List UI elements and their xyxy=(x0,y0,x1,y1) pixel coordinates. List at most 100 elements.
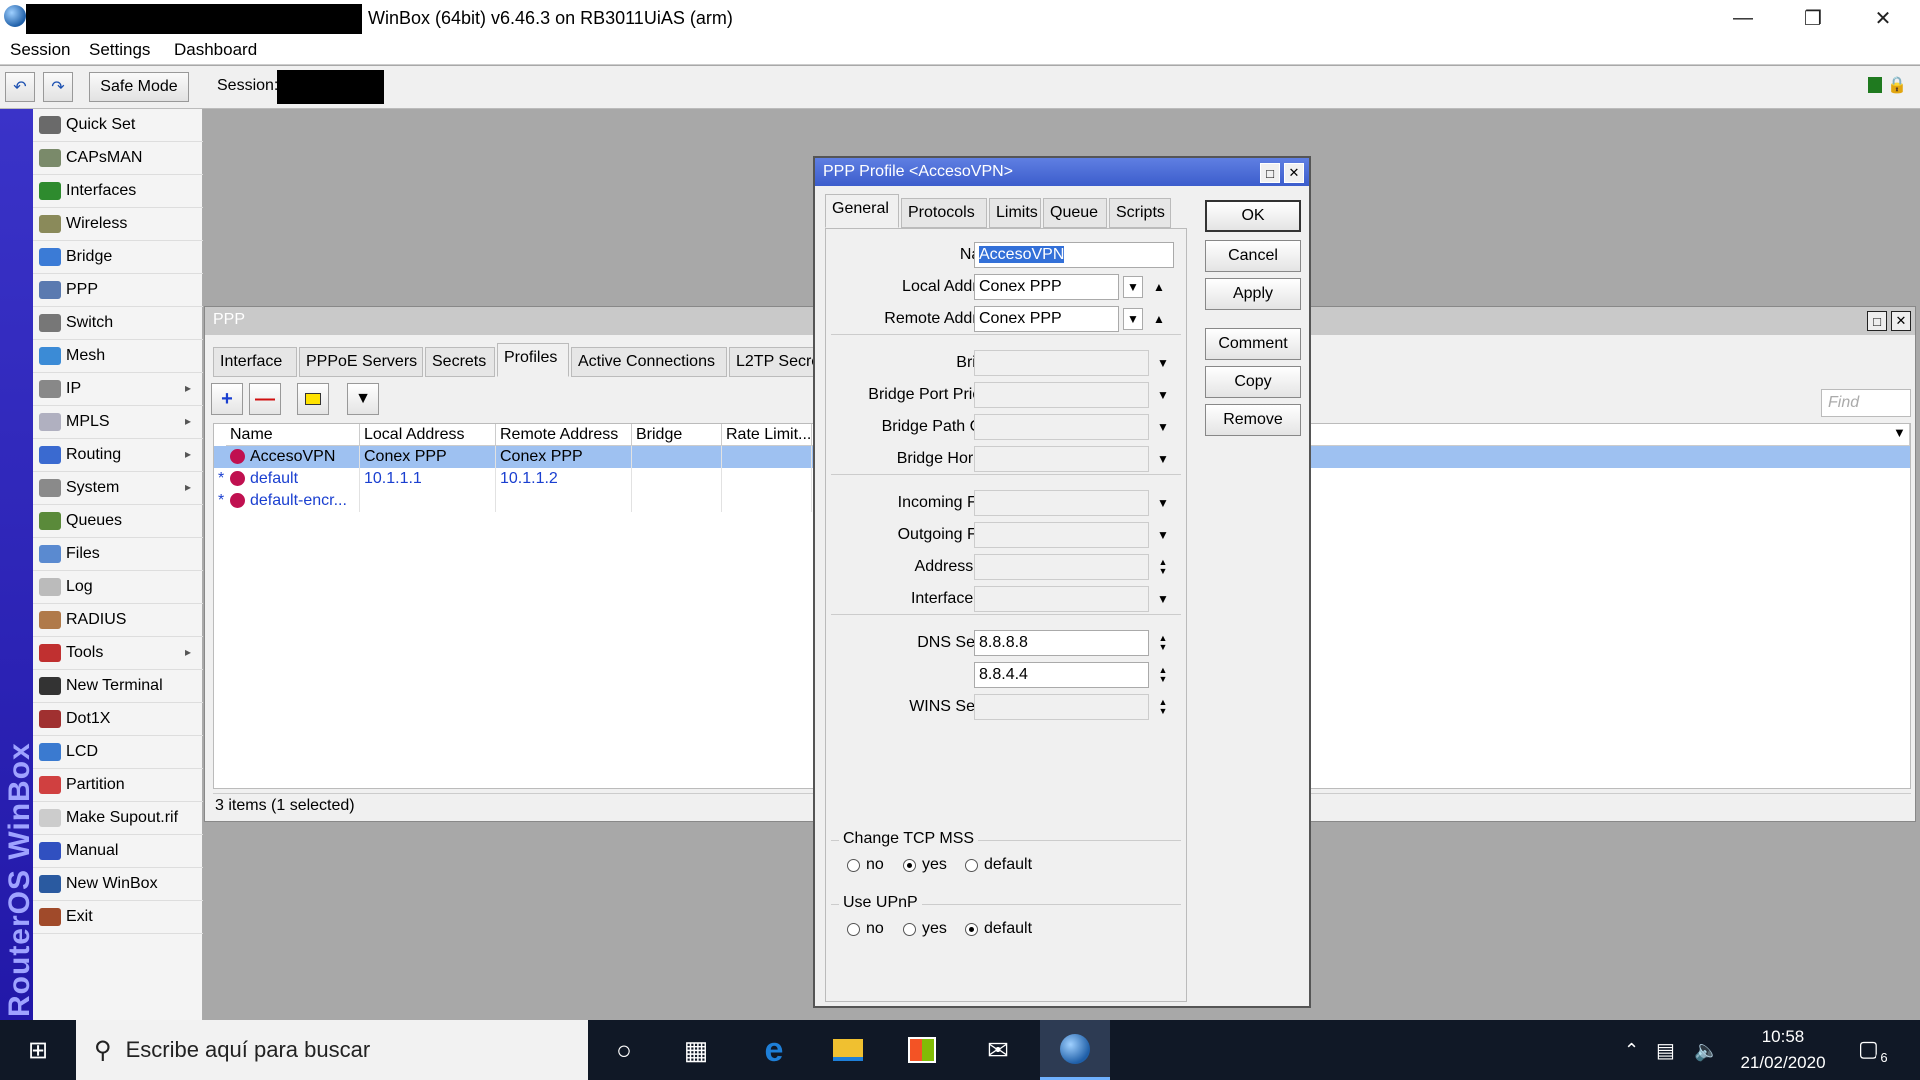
column-menu-icon[interactable]: ▼ xyxy=(1893,425,1906,440)
bridge-path-cost-dropdown-icon[interactable]: ▼ xyxy=(1153,416,1173,438)
sidebar-item-capsman[interactable]: CAPsMAN xyxy=(33,142,203,175)
sidebar-item-ip[interactable]: IP ▸ xyxy=(33,373,203,406)
address-list-field[interactable] xyxy=(974,554,1149,580)
wins-server-field[interactable] xyxy=(974,694,1149,720)
dns-server-1-spinner-icon[interactable]: ▲ ▼ xyxy=(1153,632,1173,654)
copy-button[interactable]: Copy xyxy=(1205,366,1301,398)
bridge-path-cost-field[interactable] xyxy=(974,414,1149,440)
address-list-spinner-icon[interactable]: ▲ ▼ xyxy=(1153,556,1173,578)
dialog-tab-limits[interactable]: Limits xyxy=(989,198,1041,228)
restore-button[interactable]: ❐ xyxy=(1778,0,1848,37)
incoming-filter-field[interactable] xyxy=(974,490,1149,516)
network-icon[interactable]: ▤ xyxy=(1656,1038,1675,1063)
find-input[interactable]: Find xyxy=(1821,389,1911,417)
local-address-field[interactable]: Conex PPP xyxy=(974,274,1119,300)
taskbar-search[interactable]: ⚲ Escribe aquí para buscar xyxy=(76,1020,588,1080)
close-button[interactable]: ✕ xyxy=(1848,0,1918,37)
sidebar-item-tools[interactable]: Tools ▸ xyxy=(33,637,203,670)
ok-button[interactable]: OK xyxy=(1205,200,1301,232)
sidebar-item-mesh[interactable]: Mesh xyxy=(33,340,203,373)
tab-interface[interactable]: Interface xyxy=(213,347,297,377)
dialog-tab-protocols[interactable]: Protocols xyxy=(901,198,987,228)
outgoing-filter-dropdown-icon[interactable]: ▼ xyxy=(1153,524,1173,546)
comment-button[interactable]: Comment xyxy=(1205,328,1301,360)
remote-address-field[interactable]: Conex PPP xyxy=(974,306,1119,332)
ppp-maximize-button[interactable]: □ xyxy=(1867,311,1887,331)
dialog-close-button[interactable]: ✕ xyxy=(1284,163,1304,183)
local-address-up-arrow-icon[interactable]: ▲ xyxy=(1149,276,1169,298)
sidebar-item-system[interactable]: System ▸ xyxy=(33,472,203,505)
dialog-tab-scripts[interactable]: Scripts xyxy=(1109,198,1171,228)
sidebar-item-new-terminal[interactable]: New Terminal xyxy=(33,670,203,703)
bridge-horizon-field[interactable] xyxy=(974,446,1149,472)
sidebar-item-quick-set[interactable]: Quick Set xyxy=(33,109,203,142)
bridge-field[interactable] xyxy=(974,350,1149,376)
sidebar-item-bridge[interactable]: Bridge xyxy=(33,241,203,274)
incoming-filter-dropdown-icon[interactable]: ▼ xyxy=(1153,492,1173,514)
sidebar-item-queues[interactable]: Queues xyxy=(33,505,203,538)
tab-profiles[interactable]: Profiles xyxy=(497,343,569,377)
tab-active-connections[interactable]: Active Connections xyxy=(571,347,727,377)
outgoing-filter-field[interactable] xyxy=(974,522,1149,548)
minimize-button[interactable]: — xyxy=(1708,0,1778,37)
remote-address-up-arrow-icon[interactable]: ▲ xyxy=(1149,308,1169,330)
mail-button[interactable]: ✉ xyxy=(966,1020,1030,1080)
sidebar-item-make-supout-rif[interactable]: Make Supout.rif xyxy=(33,802,203,835)
use-upnp-option-default[interactable]: default xyxy=(965,920,1032,938)
comment-button[interactable] xyxy=(297,383,329,415)
change-tcp-mss-option-no[interactable]: no xyxy=(847,856,884,874)
tab-pppoe-servers[interactable]: PPPoE Servers xyxy=(299,347,423,377)
redo-button[interactable]: ↷ xyxy=(43,72,73,102)
bridge-port-priority-dropdown-icon[interactable]: ▼ xyxy=(1153,384,1173,406)
sidebar-item-wireless[interactable]: Wireless xyxy=(33,208,203,241)
bridge-dropdown-icon[interactable]: ▼ xyxy=(1153,352,1173,374)
action-center-button[interactable]: ▢ 6 xyxy=(1858,1036,1892,1065)
filter-button[interactable]: ▼ xyxy=(347,383,379,415)
safe-mode-button[interactable]: Safe Mode xyxy=(89,72,189,102)
dialog-tab-general[interactable]: General xyxy=(825,194,899,228)
dns-server-2-spinner-icon[interactable]: ▲ ▼ xyxy=(1153,664,1173,686)
wins-server-spinner-icon[interactable]: ▲ ▼ xyxy=(1153,696,1173,718)
volume-icon[interactable]: 🔈 xyxy=(1694,1038,1719,1063)
sidebar-item-files[interactable]: Files xyxy=(33,538,203,571)
interface-list-field[interactable] xyxy=(974,586,1149,612)
sidebar-item-ppp[interactable]: PPP xyxy=(33,274,203,307)
store-button[interactable] xyxy=(890,1020,954,1080)
taskbar-clock[interactable]: 10:58 21/02/2020 xyxy=(1718,1024,1848,1076)
ppp-close-button[interactable]: ✕ xyxy=(1891,311,1911,331)
sidebar-item-dot1x[interactable]: Dot1X xyxy=(33,703,203,736)
sidebar-item-mpls[interactable]: MPLS ▸ xyxy=(33,406,203,439)
dns-server-1-field[interactable]: 8.8.8.8 xyxy=(974,630,1149,656)
add-button[interactable]: + xyxy=(211,383,243,415)
column-header[interactable]: Local Address xyxy=(360,424,496,446)
task-view-button[interactable]: ▦ xyxy=(664,1020,728,1080)
bridge-port-priority-field[interactable] xyxy=(974,382,1149,408)
winbox-taskbar-button[interactable] xyxy=(1040,1020,1110,1080)
menu-settings[interactable]: Settings xyxy=(89,40,150,60)
sidebar-item-lcd[interactable]: LCD xyxy=(33,736,203,769)
column-header[interactable]: Name xyxy=(226,424,360,446)
sidebar-item-exit[interactable]: Exit xyxy=(33,901,203,934)
sidebar-item-partition[interactable]: Partition xyxy=(33,769,203,802)
menu-session[interactable]: Session xyxy=(10,40,70,60)
sidebar-item-manual[interactable]: Manual xyxy=(33,835,203,868)
show-hidden-icons-icon[interactable]: ⌃ xyxy=(1624,1040,1639,1061)
column-header[interactable]: Remote Address xyxy=(496,424,632,446)
dialog-maximize-button[interactable]: □ xyxy=(1260,163,1280,183)
change-tcp-mss-option-yes[interactable]: yes xyxy=(903,856,947,874)
remove-button[interactable]: Remove xyxy=(1205,404,1301,436)
sidebar-item-radius[interactable]: RADIUS xyxy=(33,604,203,637)
cancel-button[interactable]: Cancel xyxy=(1205,240,1301,272)
tab-secrets[interactable]: Secrets xyxy=(425,347,495,377)
sidebar-item-log[interactable]: Log xyxy=(33,571,203,604)
interface-list-dropdown-icon[interactable]: ▼ xyxy=(1153,588,1173,610)
use-upnp-option-no[interactable]: no xyxy=(847,920,884,938)
undo-button[interactable]: ↶ xyxy=(5,72,35,102)
dialog-tab-queue[interactable]: Queue xyxy=(1043,198,1107,228)
cortana-button[interactable]: ○ xyxy=(592,1020,656,1080)
apply-button[interactable]: Apply xyxy=(1205,278,1301,310)
dns-server-2-field[interactable]: 8.8.4.4 xyxy=(974,662,1149,688)
edge-button[interactable]: e xyxy=(742,1020,806,1080)
name-field[interactable]: AccesoVPN xyxy=(974,242,1174,268)
use-upnp-option-yes[interactable]: yes xyxy=(903,920,947,938)
